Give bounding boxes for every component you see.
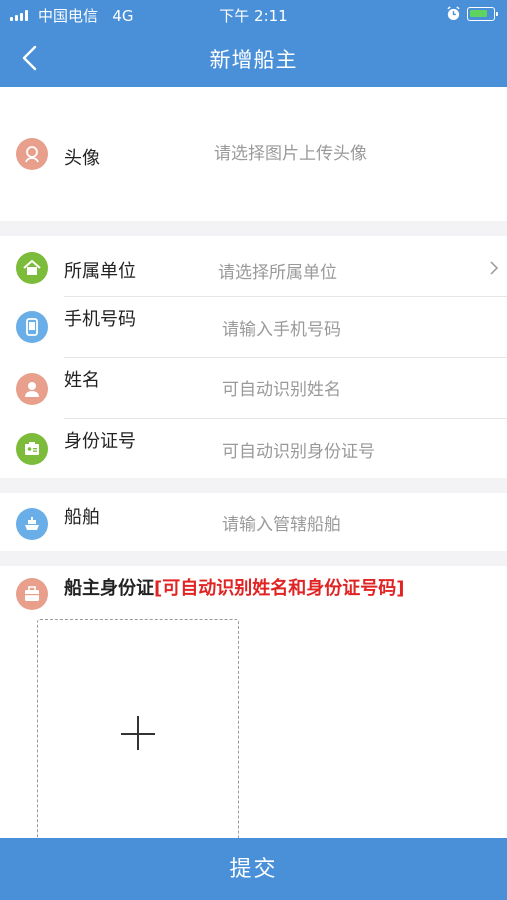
chevron-right-icon	[490, 261, 499, 275]
id-card-icon	[16, 433, 48, 465]
unit-label: 所属单位	[64, 261, 136, 282]
ship-input[interactable]: 请输入管辖船舶	[222, 510, 341, 535]
id-card-section: 船主身份证[可自动识别姓名和身份证号码]	[0, 566, 507, 849]
battery-icon	[467, 7, 498, 21]
id-card-title-text: 船主身份证	[64, 578, 154, 599]
home-icon	[16, 252, 48, 284]
top-bar: 中国电信 4G 下午 2:11 新增船主	[0, 0, 507, 87]
ship-section: 船舶 请输入管辖船舶	[0, 493, 507, 551]
name-label: 姓名	[64, 370, 100, 391]
avatar-section: 头像 请选择图片上传头像	[0, 87, 507, 221]
unit-select[interactable]: 请选择所属单位	[218, 258, 337, 283]
ship-icon	[16, 508, 48, 540]
id-card-hint: [可自动识别姓名和身份证号码]	[154, 578, 405, 599]
alarm-icon	[447, 6, 460, 21]
id-card-title: 船主身份证[可自动识别姓名和身份证号码]	[64, 574, 404, 600]
id-card-upload-box[interactable]	[37, 619, 239, 849]
name-input[interactable]: 可自动识别姓名	[222, 375, 341, 400]
id-number-row[interactable]: 身份证号 可自动识别身份证号	[0, 419, 507, 479]
phone-input[interactable]: 请输入手机号码	[222, 315, 341, 340]
id-number-input[interactable]: 可自动识别身份证号	[222, 437, 380, 462]
person-icon	[16, 373, 48, 405]
avatar-icon	[16, 138, 48, 170]
phone-row[interactable]: 手机号码 请输入手机号码	[0, 297, 507, 358]
phone-label: 手机号码	[64, 309, 136, 330]
avatar-row[interactable]: 头像 请选择图片上传头像	[0, 124, 507, 184]
name-row[interactable]: 姓名 可自动识别姓名	[0, 358, 507, 419]
ship-row[interactable]: 船舶 请输入管辖船舶	[0, 493, 507, 551]
page-title: 新增船主	[209, 48, 298, 72]
ship-label: 船舶	[64, 507, 100, 528]
avatar-label: 头像	[64, 148, 100, 169]
id-number-label: 身份证号	[64, 431, 136, 452]
phone-icon	[16, 311, 48, 343]
unit-row[interactable]: 所属单位 请选择所属单位	[0, 236, 507, 297]
info-section: 所属单位 请选择所属单位 手机号码 请输入手机号码 姓名 可自动识别姓名 身份证…	[0, 236, 507, 478]
submit-button[interactable]: 提交	[0, 838, 507, 900]
avatar-upload-placeholder[interactable]: 请选择图片上传头像	[214, 139, 367, 164]
status-bar: 中国电信 4G 下午 2:11	[0, 0, 507, 30]
briefcase-icon	[16, 578, 48, 610]
status-time: 下午 2:11	[219, 7, 288, 25]
